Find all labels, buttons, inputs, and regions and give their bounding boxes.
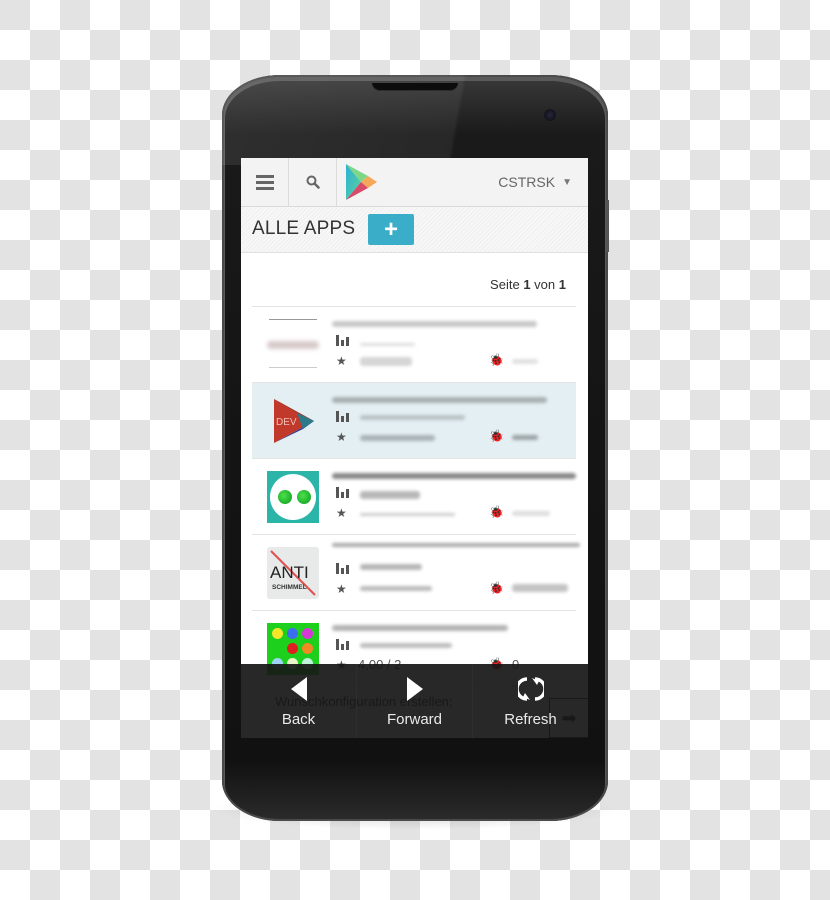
app-header: CSTRSK ▼ bbox=[241, 158, 588, 207]
rating-redacted bbox=[360, 513, 455, 516]
stats-icon bbox=[336, 563, 349, 577]
stats-icon bbox=[336, 639, 349, 653]
rating-redacted bbox=[360, 357, 412, 366]
app-name-redacted bbox=[332, 321, 537, 327]
app-name-redacted bbox=[332, 543, 580, 547]
browser-nav-bar: Back Forward Refresh bbox=[241, 664, 588, 738]
app-list-item[interactable]: ★ 🐞 bbox=[252, 307, 576, 383]
star-icon: ★ bbox=[336, 582, 347, 596]
downloads-redacted bbox=[360, 491, 420, 499]
earpiece-speaker bbox=[372, 83, 458, 91]
back-button[interactable]: Back bbox=[241, 664, 357, 738]
title-row: ALLE APPS + bbox=[241, 207, 588, 253]
search-button[interactable] bbox=[289, 158, 337, 206]
search-icon bbox=[306, 175, 320, 189]
back-arrow-icon bbox=[289, 676, 309, 702]
rating-redacted bbox=[360, 586, 432, 591]
dev-label: DEV bbox=[276, 417, 297, 428]
menu-button[interactable] bbox=[241, 158, 289, 206]
forward-label: Forward bbox=[386, 711, 442, 728]
app-name-redacted bbox=[332, 473, 576, 479]
refresh-icon bbox=[517, 676, 544, 702]
refresh-button[interactable]: Refresh bbox=[473, 664, 588, 738]
phone-screen: CSTRSK ▼ ALLE APPS + Seite 1 von 1 ★ 🐞 D… bbox=[241, 158, 588, 738]
app-list-item[interactable]: ANTI SCHIMMEL ★ 🐞 bbox=[252, 535, 580, 611]
bug-icon: 🐞 bbox=[489, 505, 504, 519]
downloads-redacted bbox=[360, 643, 452, 648]
bug-icon: 🐞 bbox=[489, 581, 504, 595]
pager-prefix: Seite bbox=[490, 277, 520, 292]
forward-button[interactable]: Forward bbox=[357, 664, 473, 738]
star-icon: ★ bbox=[336, 430, 347, 444]
robot-face-icon bbox=[267, 471, 319, 523]
downloads-redacted bbox=[360, 415, 465, 420]
bugs-redacted bbox=[512, 435, 538, 440]
power-button[interactable] bbox=[606, 200, 609, 252]
front-camera bbox=[544, 109, 556, 121]
account-name: CSTRSK bbox=[498, 174, 556, 190]
stats-icon bbox=[336, 487, 349, 501]
pager-middle: von bbox=[534, 277, 556, 292]
play-store-logo[interactable] bbox=[337, 158, 385, 206]
page-title: ALLE APPS bbox=[252, 218, 356, 239]
pager-total: 1 bbox=[558, 277, 566, 292]
svg-text:ANTI: ANTI bbox=[270, 563, 309, 582]
bugs-redacted bbox=[512, 359, 538, 364]
forward-arrow-icon bbox=[405, 676, 425, 702]
app-list-item-selected[interactable]: DEV ★ 🐞 bbox=[252, 383, 576, 459]
app-name-redacted bbox=[332, 397, 547, 403]
stats-icon bbox=[336, 411, 349, 425]
blank-app-icon bbox=[267, 319, 319, 371]
bug-icon: 🐞 bbox=[489, 353, 504, 367]
add-app-button[interactable]: + bbox=[368, 214, 414, 245]
hamburger-icon bbox=[255, 175, 274, 190]
rating-redacted bbox=[360, 435, 435, 441]
back-label: Back bbox=[281, 711, 316, 728]
refresh-label: Refresh bbox=[504, 711, 557, 728]
app-list: ★ 🐞 DEV ★ 🐞 ★ 🐞 ANTI SCHIMMEL ★ 🐞 bbox=[252, 306, 580, 687]
app-list-item[interactable]: ★ 🐞 bbox=[252, 459, 576, 535]
app-name-redacted bbox=[332, 625, 508, 631]
bugs-redacted bbox=[512, 584, 568, 592]
star-icon: ★ bbox=[336, 354, 347, 368]
pagination-info: Seite 1 von 1 bbox=[490, 277, 566, 292]
anti-schimmel-icon: ANTI SCHIMMEL bbox=[267, 547, 319, 599]
pager-current: 1 bbox=[523, 277, 531, 292]
bugs-redacted bbox=[512, 511, 550, 516]
downloads-redacted bbox=[360, 343, 415, 346]
play-logo-icon bbox=[346, 164, 377, 200]
star-icon: ★ bbox=[336, 506, 347, 520]
chevron-down-icon: ▼ bbox=[562, 176, 572, 188]
stats-icon bbox=[336, 335, 349, 349]
play-dev-icon: DEV bbox=[267, 395, 319, 447]
account-switcher[interactable]: CSTRSK ▼ bbox=[498, 158, 588, 206]
downloads-redacted bbox=[360, 564, 422, 570]
bug-icon: 🐞 bbox=[489, 429, 504, 443]
svg-text:SCHIMMEL: SCHIMMEL bbox=[272, 584, 307, 591]
